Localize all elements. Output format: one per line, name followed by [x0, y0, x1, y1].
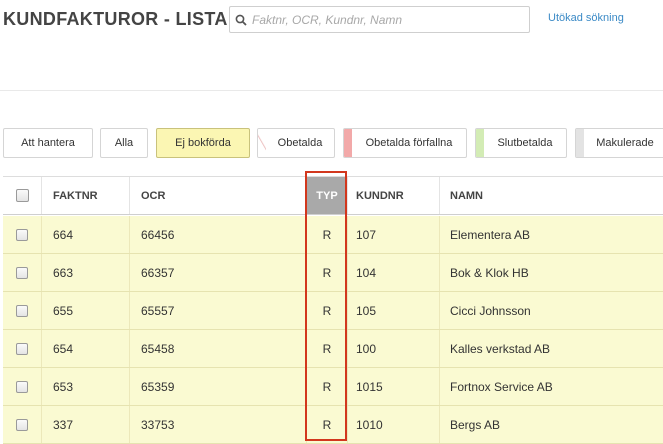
- cell-ocr: 66456: [129, 216, 306, 253]
- cell-faktnr: 664: [41, 216, 129, 253]
- cell-ocr: 65359: [129, 368, 306, 405]
- table-row[interactable]: 664 66456 R 107 Elementera AB: [3, 216, 663, 254]
- filter-label: Ej bokförda: [175, 137, 231, 149]
- filter-label: Slutbetalda: [497, 137, 553, 149]
- table-row[interactable]: 337 33753 R 1010 Bergs AB: [3, 406, 663, 444]
- row-checkbox-cell: [3, 254, 41, 291]
- column-header-kundnr[interactable]: KUNDNR: [347, 177, 439, 214]
- row-checkbox[interactable]: [16, 380, 28, 393]
- filter-label: Obetalda: [277, 137, 323, 149]
- cell-namn: Bok & Klok HB: [439, 254, 663, 291]
- filter-color-stripe: [576, 129, 584, 157]
- filter-color-stripe: [344, 129, 352, 157]
- cell-kundnr: 104: [347, 254, 439, 291]
- filter-obetalda[interactable]: Obetalda: [257, 128, 335, 158]
- invoice-table: FAKTNR OCR TYP KUNDNR NAMN 664 66456 R 1…: [3, 176, 663, 444]
- cell-namn: Elementera AB: [439, 216, 663, 253]
- row-checkbox[interactable]: [16, 266, 28, 279]
- search-box[interactable]: [229, 6, 530, 33]
- cell-ocr: 65557: [129, 292, 306, 329]
- cell-ocr: 33753: [129, 406, 306, 443]
- row-checkbox-cell: [3, 216, 41, 253]
- cell-kundnr: 100: [347, 330, 439, 367]
- row-checkbox[interactable]: [16, 228, 28, 241]
- filter-obetalda-forfallna[interactable]: Obetalda förfallna: [343, 128, 467, 158]
- table-row[interactable]: 655 65557 R 105 Cicci Johnsson: [3, 292, 663, 330]
- column-header-typ[interactable]: TYP: [306, 177, 347, 214]
- row-checkbox-cell: [3, 368, 41, 405]
- filter-ej-bokforda[interactable]: Ej bokförda: [156, 128, 250, 158]
- advanced-search-link[interactable]: Utökad sökning: [548, 12, 624, 24]
- select-all-checkbox[interactable]: [15, 189, 29, 202]
- filter-color-stripe: [476, 129, 484, 157]
- cell-ocr: 66357: [129, 254, 306, 291]
- filter-label: Alla: [114, 137, 134, 149]
- cell-typ: R: [306, 406, 347, 443]
- row-checkbox[interactable]: [16, 418, 28, 431]
- cell-namn: Bergs AB: [439, 406, 663, 443]
- cell-typ: R: [306, 254, 347, 291]
- row-checkbox-cell: [3, 330, 41, 367]
- filter-makulerade[interactable]: Makulerade: [575, 128, 663, 158]
- table-row[interactable]: 663 66357 R 104 Bok & Klok HB: [3, 254, 663, 292]
- cell-faktnr: 655: [41, 292, 129, 329]
- row-checkbox-cell: [3, 292, 41, 329]
- cell-typ: R: [306, 330, 347, 367]
- page-title: KUNDFAKTUROR - LISTA: [3, 9, 228, 29]
- cell-namn: Cicci Johnsson: [439, 292, 663, 329]
- table-header: FAKTNR OCR TYP KUNDNR NAMN: [3, 177, 663, 215]
- row-checkbox-cell: [3, 406, 41, 443]
- row-checkbox[interactable]: [16, 304, 28, 317]
- filter-color-stripe: [258, 129, 266, 157]
- cell-typ: R: [306, 216, 347, 253]
- cell-typ: R: [306, 292, 347, 329]
- row-checkbox[interactable]: [16, 342, 28, 355]
- column-header-faktnr[interactable]: FAKTNR: [41, 177, 129, 214]
- cell-kundnr: 105: [347, 292, 439, 329]
- cell-namn: Fortnox Service AB: [439, 368, 663, 405]
- filter-label: Obetalda förfallna: [365, 137, 453, 149]
- select-all-cell: [3, 177, 41, 214]
- cell-faktnr: 653: [41, 368, 129, 405]
- cell-faktnr: 337: [41, 406, 129, 443]
- filter-label: Att hantera: [21, 137, 75, 149]
- column-header-namn[interactable]: NAMN: [439, 177, 663, 214]
- header-divider: [0, 90, 663, 91]
- cell-namn: Kalles verkstad AB: [439, 330, 663, 367]
- cell-typ: R: [306, 368, 347, 405]
- cell-faktnr: 654: [41, 330, 129, 367]
- table-row[interactable]: 654 65458 R 100 Kalles verkstad AB: [3, 330, 663, 368]
- cell-kundnr: 107: [347, 216, 439, 253]
- filter-alla[interactable]: Alla: [100, 128, 148, 158]
- search-input[interactable]: [252, 12, 522, 27]
- cell-kundnr: 1010: [347, 406, 439, 443]
- filter-bar: Att hantera Alla Ej bokförda Obetalda Ob…: [0, 128, 663, 158]
- column-header-ocr[interactable]: OCR: [129, 177, 306, 214]
- filter-att-hantera[interactable]: Att hantera: [3, 128, 93, 158]
- filter-label: Makulerade: [596, 137, 654, 149]
- cell-ocr: 65458: [129, 330, 306, 367]
- filter-slutbetalda[interactable]: Slutbetalda: [475, 128, 567, 158]
- cell-faktnr: 663: [41, 254, 129, 291]
- table-row[interactable]: 653 65359 R 1015 Fortnox Service AB: [3, 368, 663, 406]
- search-icon: [230, 14, 252, 26]
- cell-kundnr: 1015: [347, 368, 439, 405]
